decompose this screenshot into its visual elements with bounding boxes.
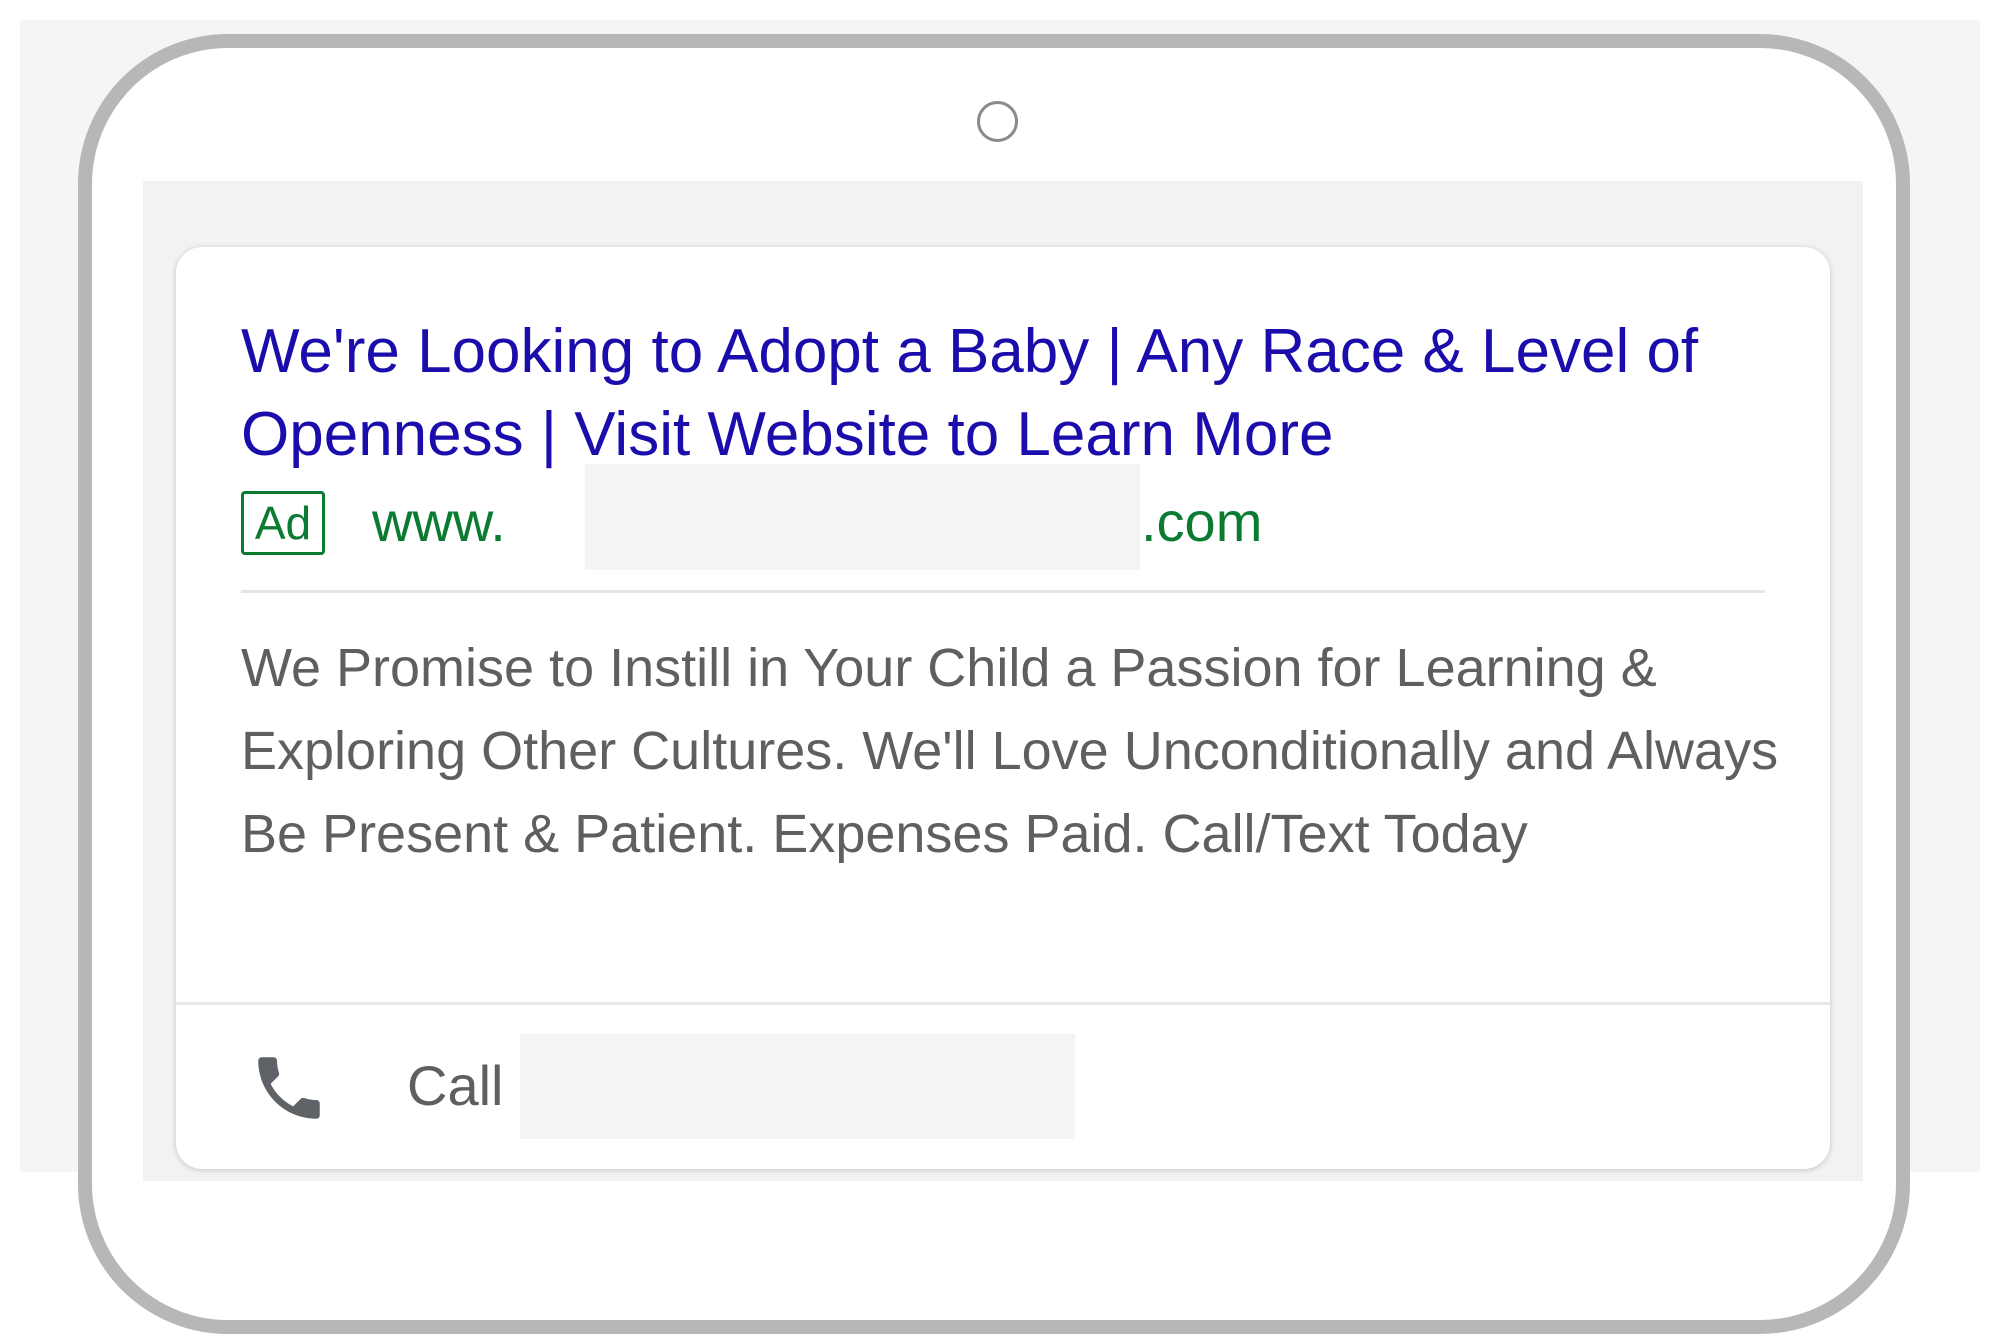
ad-description: We Promise to Instill in Your Child a Pa… (241, 638, 1779, 864)
ad-divider (241, 590, 1765, 593)
phone-icon (258, 1057, 320, 1119)
call-label: Call (407, 1054, 504, 1117)
display-url-prefix[interactable]: www. (372, 487, 506, 557)
front-camera-icon (977, 101, 1018, 142)
search-ad-card: We're Looking to Adopt a Baby | Any Race… (176, 247, 1830, 1169)
display-url-suffix[interactable]: .com (1141, 487, 1262, 557)
ad-badge: Ad (241, 491, 325, 555)
redacted-url-block (585, 464, 1140, 570)
call-extension-button[interactable]: Call (176, 1005, 1830, 1169)
ad-headline-link[interactable]: We're Looking to Adopt a Baby | Any Race… (241, 310, 1781, 476)
redacted-phone-number-block (520, 1034, 1075, 1139)
